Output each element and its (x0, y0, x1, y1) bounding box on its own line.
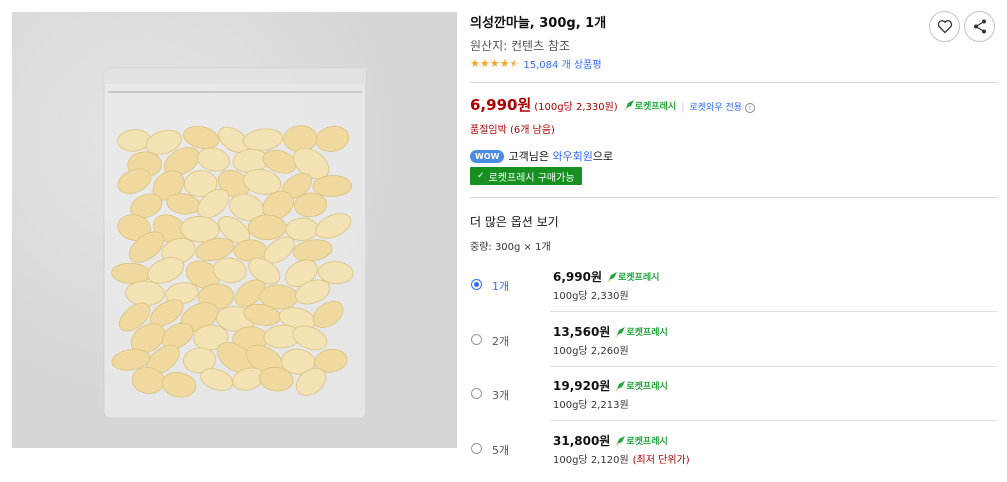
option-price: 13,560원 로켓프레시 (553, 323, 668, 340)
rocket-fresh-label: 로켓프레시 (626, 328, 668, 338)
option-price: 31,800원 로켓프레시 (553, 432, 668, 449)
rocket-icon (623, 100, 634, 110)
option-price-value: 19,920원 (553, 379, 611, 393)
option-quantity: 1개 (492, 280, 510, 293)
garlic-clove (247, 214, 287, 241)
garlic-clove (312, 175, 353, 197)
option-price: 6,990원 로켓프레시 (553, 268, 659, 285)
sale-price: 6,990원 (470, 96, 532, 114)
rocket-icon (615, 326, 626, 337)
heart-icon (937, 20, 952, 34)
lowest-unit-price-note: (최저 단위가) (632, 455, 690, 466)
rocket-fresh-available-label: 로켓프레시 구매가능 (488, 172, 575, 184)
unit-price: (100g당 2,330원) (534, 102, 618, 113)
share-icon (973, 19, 986, 34)
garlic-bag-illustration (103, 67, 367, 419)
option-unit-price: 100g당 2,120원 (최저 단위가) (553, 451, 690, 466)
rocket-fresh-label: 로켓프레시 (626, 382, 668, 392)
rocket-fresh-badge: 로켓프레시 (615, 325, 668, 338)
option-unit-price-value: 100g당 2,120원 (553, 455, 629, 466)
divider (470, 82, 997, 83)
option-radio[interactable] (471, 279, 482, 290)
wishlist-button[interactable] (929, 11, 960, 42)
option-unit-price: 100g당 2,213원 (553, 396, 629, 411)
separator: | (681, 102, 685, 113)
option-row[interactable]: 2개 13,560원 로켓프레시 100g당 2,260원 (470, 313, 997, 367)
review-count-link[interactable]: 15,084 개 상품평 (523, 56, 601, 71)
rating-row[interactable]: ★ ★ ★ ★ ★ 15,084 개 상품평 (470, 56, 602, 71)
rocket-fresh-label: 로켓프레시 (626, 437, 668, 447)
option-price-value: 6,990원 (553, 270, 602, 284)
option-divider (550, 420, 997, 421)
wow-member-row: WOW 고객님은 와우회원 으로 (470, 148, 613, 164)
option-quantity: 2개 (492, 335, 510, 348)
option-price-value: 13,560원 (553, 325, 611, 339)
star-icon: ★ (499, 56, 510, 70)
option-unit-price: 100g당 2,330원 (553, 287, 629, 302)
share-button[interactable] (964, 11, 995, 42)
price-row: 6,990원 (100g당 2,330원) 로켓프레시 | 로켓와우 전용 i (470, 94, 756, 115)
rocket-wow-only-label: 로켓와우 전용 (689, 103, 743, 113)
option-radio[interactable] (471, 334, 482, 345)
option-radio[interactable] (471, 388, 482, 399)
option-unit-price: 100g당 2,260원 (553, 342, 629, 357)
star-icon: ★ (489, 56, 500, 70)
rocket-icon (615, 435, 626, 446)
star-icon: ★ (470, 56, 480, 70)
star-half-icon: ★ (509, 56, 520, 70)
wow-suffix: 으로 (592, 150, 614, 163)
stock-warning: 품절임박 (6개 남음) (470, 125, 555, 136)
rating-stars: ★ ★ ★ ★ ★ (470, 58, 519, 69)
wow-prefix: 고객님은 (508, 150, 549, 163)
wow-badge: WOW (470, 149, 505, 163)
rocket-fresh-label: 로켓프레시 (634, 101, 677, 112)
option-row[interactable]: 3개 19,920원 로켓프레시 100g당 2,213원 (470, 367, 997, 421)
option-price-value: 31,800원 (553, 434, 611, 448)
option-unit-price-value: 100g당 2,260원 (553, 346, 629, 357)
option-unit-price-value: 100g당 2,213원 (553, 400, 629, 411)
product-image[interactable] (12, 12, 457, 448)
product-title: 의성깐마늘, 300g, 1개 (470, 16, 607, 31)
check-icon: ✓ (477, 171, 485, 181)
option-row[interactable]: 5개 31,800원 로켓프레시 100g당 2,120원 (최저 단위가) (470, 422, 997, 476)
rocket-fresh-label: 로켓프레시 (618, 273, 660, 283)
rocket-icon (615, 380, 626, 391)
rocket-fresh-available-button[interactable]: ✓ 로켓프레시 구매가능 (470, 167, 582, 185)
option-price: 19,920원 로켓프레시 (553, 377, 668, 394)
options-subtitle: 중량: 300g × 1개 (470, 242, 551, 253)
more-options-header: 더 많은 옵션 보기 (470, 215, 559, 229)
option-divider (550, 311, 997, 312)
rocket-fresh-badge: 로켓프레시 (607, 270, 659, 283)
divider (470, 197, 997, 198)
rocket-fresh-badge: 로켓프레시 (623, 99, 677, 112)
star-icon: ★ (479, 56, 490, 70)
option-row[interactable]: 1개 6,990원 로켓프레시 100g당 2,330원 (470, 258, 997, 312)
wow-member-link[interactable]: 와우회원 (552, 148, 592, 164)
product-info: 의성깐마늘, 300g, 1개 원산지: 컨텐츠 참조 ★ ★ ★ ★ ★ 15… (470, 0, 997, 482)
option-quantity: 5개 (492, 444, 510, 457)
option-radio[interactable] (471, 443, 482, 454)
rocket-fresh-badge: 로켓프레시 (615, 434, 668, 447)
info-icon[interactable]: i (745, 103, 756, 113)
option-quantity: 3개 (492, 389, 510, 402)
option-unit-price-value: 100g당 2,330원 (553, 291, 629, 302)
rocket-icon (607, 271, 617, 282)
rocket-fresh-badge: 로켓프레시 (615, 379, 668, 392)
product-origin: 원산지: 컨텐츠 참조 (470, 39, 570, 53)
